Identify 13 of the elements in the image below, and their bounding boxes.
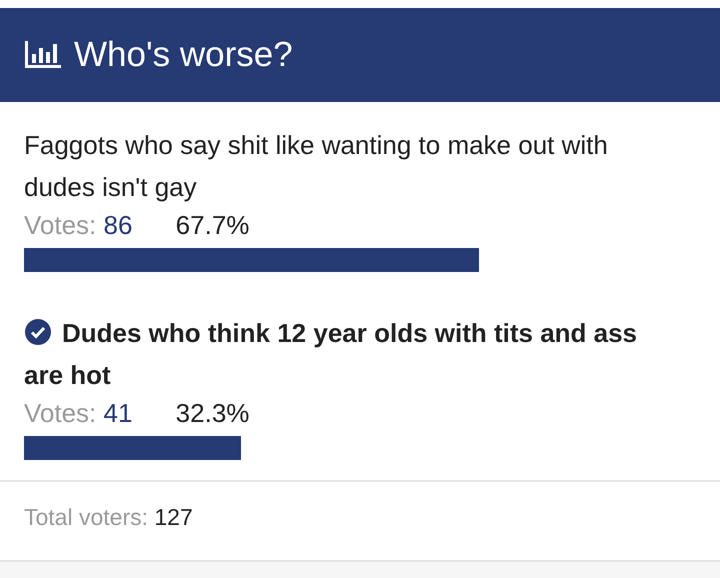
total-voters: 127 — [154, 504, 193, 530]
votes-label: Votes: — [24, 398, 96, 428]
bar-chart-icon — [24, 40, 62, 70]
total-label: Total voters: — [24, 504, 148, 530]
poll-title: Who's worse? — [74, 35, 293, 75]
vote-percent: 32.3% — [176, 398, 250, 428]
option-text[interactable]: Dudes who think 12 year olds with tits and ass are hot — [24, 312, 664, 396]
vote-count: 41 — [104, 398, 132, 428]
votes-label: Votes: — [24, 210, 96, 240]
vote-percent: 67.7% — [176, 210, 250, 240]
check-circle-icon — [24, 318, 52, 346]
option-text[interactable]: Faggots who say shit like wanting to make out with dudes isn't gay — [24, 124, 664, 208]
vote-count: 86 — [104, 210, 132, 240]
